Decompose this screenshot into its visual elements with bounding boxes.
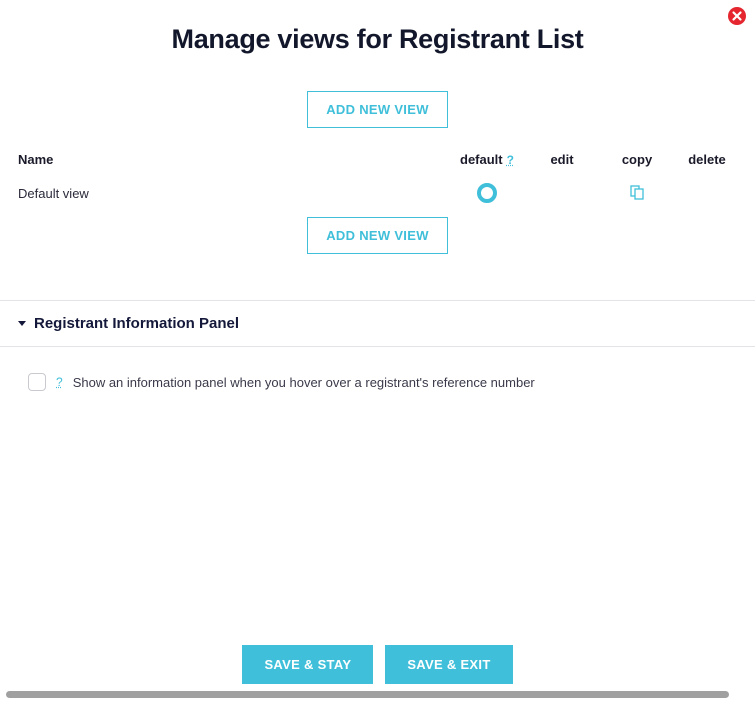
col-edit-header: edit [527,152,597,167]
col-name-header: Name [18,152,447,167]
col-copy-header: copy [597,152,677,167]
add-new-view-bottom-button[interactable]: ADD NEW VIEW [307,217,448,254]
copy-icon[interactable] [629,184,645,200]
default-radio[interactable] [477,183,497,203]
modal-title: Manage views for Registrant List [0,24,755,55]
horizontal-scrollbar[interactable] [6,691,729,698]
modal-footer: SAVE & STAY SAVE & EXIT [0,645,755,684]
add-new-view-top-button[interactable]: ADD NEW VIEW [307,91,448,128]
caret-down-icon [18,321,26,326]
col-delete-header: delete [677,152,737,167]
registrant-info-section-header[interactable]: Registrant Information Panel [0,301,755,347]
views-table-header: Name default ? edit copy delete [0,152,755,167]
section-title: Registrant Information Panel [34,315,239,332]
save-and-stay-button[interactable]: SAVE & STAY [242,645,373,684]
col-default-header: default [460,152,503,167]
info-panel-checkbox[interactable] [28,373,46,391]
help-icon[interactable]: ? [56,375,63,389]
help-icon[interactable]: ? [507,153,514,167]
info-panel-label: Show an information panel when you hover… [73,375,535,390]
save-and-exit-button[interactable]: SAVE & EXIT [385,645,512,684]
manage-views-modal: Manage views for Registrant List ADD NEW… [0,0,755,702]
view-name: Default view [18,186,447,201]
close-button[interactable] [727,6,747,26]
info-panel-option-row: ? Show an information panel when you hov… [0,347,755,417]
view-row: Default view [0,179,755,217]
